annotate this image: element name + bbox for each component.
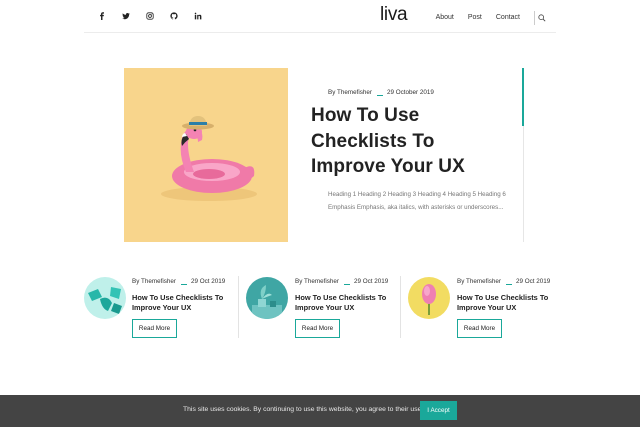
card-title[interactable]: How To Use Checklists To Improve Your UX (132, 293, 242, 314)
instagram-icon[interactable] (138, 10, 162, 22)
post-thumbnail[interactable] (408, 277, 450, 319)
hero-excerpt: Heading 1 Heading 2 Heading 3 Heading 4 … (328, 191, 506, 211)
read-more-button[interactable]: Read More (132, 319, 177, 338)
hero-image[interactable] (124, 68, 288, 242)
meta-divider (343, 284, 350, 285)
post-card: By Themefisher 29 Oct 2019 How To Use Ch… (238, 276, 398, 338)
main-nav: About Post Contact (422, 11, 546, 25)
site-logo[interactable]: liva (380, 4, 408, 26)
cookie-message: This site uses cookies. By continuing to… (183, 406, 424, 413)
hero-meta: By Themefisher 29 October 2019 (328, 89, 434, 96)
meta-divider (505, 284, 512, 285)
card-author[interactable]: By Themefisher (457, 278, 501, 285)
card-meta: By Themefisher 29 Oct 2019 (457, 278, 550, 285)
search-icon (538, 14, 546, 22)
card-date: 29 Oct 2019 (353, 278, 389, 285)
meta-divider (376, 95, 383, 96)
card-author[interactable]: By Themefisher (295, 278, 339, 285)
card-title[interactable]: How To Use Checklists To Improve Your UX (295, 293, 405, 314)
nav-post[interactable]: Post (468, 13, 482, 23)
hero-accent-bar (522, 68, 524, 126)
teal-objects-image (84, 277, 126, 319)
accept-cookies-button[interactable]: I Accept (420, 401, 457, 420)
post-card: By Themefisher 29 Oct 2019 How To Use Ch… (84, 276, 244, 338)
twitter-icon[interactable] (114, 10, 138, 22)
read-more-button[interactable]: Read More (457, 319, 502, 338)
card-date: 29 Oct 2019 (515, 278, 551, 285)
read-more-button[interactable]: Read More (295, 319, 340, 338)
card-title[interactable]: How To Use Checklists To Improve Your UX (457, 293, 567, 314)
facebook-icon[interactable] (90, 10, 114, 22)
nav-contact[interactable]: Contact (496, 13, 520, 23)
card-meta: By Themefisher 29 Oct 2019 (132, 278, 225, 285)
linkedin-icon[interactable] (186, 10, 210, 22)
hero-title[interactable]: How To Use Checklists To Improve Your UX (311, 103, 511, 180)
plant-shelf-image (246, 277, 288, 319)
card-date: 29 Oct 2019 (190, 278, 226, 285)
post-card: By Themefisher 29 Oct 2019 How To Use Ch… (400, 276, 560, 338)
card-author[interactable]: By Themefisher (132, 278, 176, 285)
hero-date: 29 October 2019 (386, 89, 434, 96)
hero-author[interactable]: By Themefisher (328, 89, 372, 96)
meta-divider (180, 284, 187, 285)
pink-flower-image (408, 277, 450, 319)
github-icon[interactable] (162, 10, 186, 22)
flamingo-float-illustration (124, 68, 288, 242)
social-links (90, 10, 210, 22)
post-thumbnail[interactable] (84, 277, 126, 319)
nav-about[interactable]: About (436, 13, 454, 23)
cookie-banner: This site uses cookies. By continuing to… (0, 395, 640, 427)
post-thumbnail[interactable] (246, 277, 288, 319)
site-header: liva About Post Contact (84, 0, 556, 33)
card-meta: By Themefisher 29 Oct 2019 (295, 278, 388, 285)
search-button[interactable] (534, 11, 546, 25)
